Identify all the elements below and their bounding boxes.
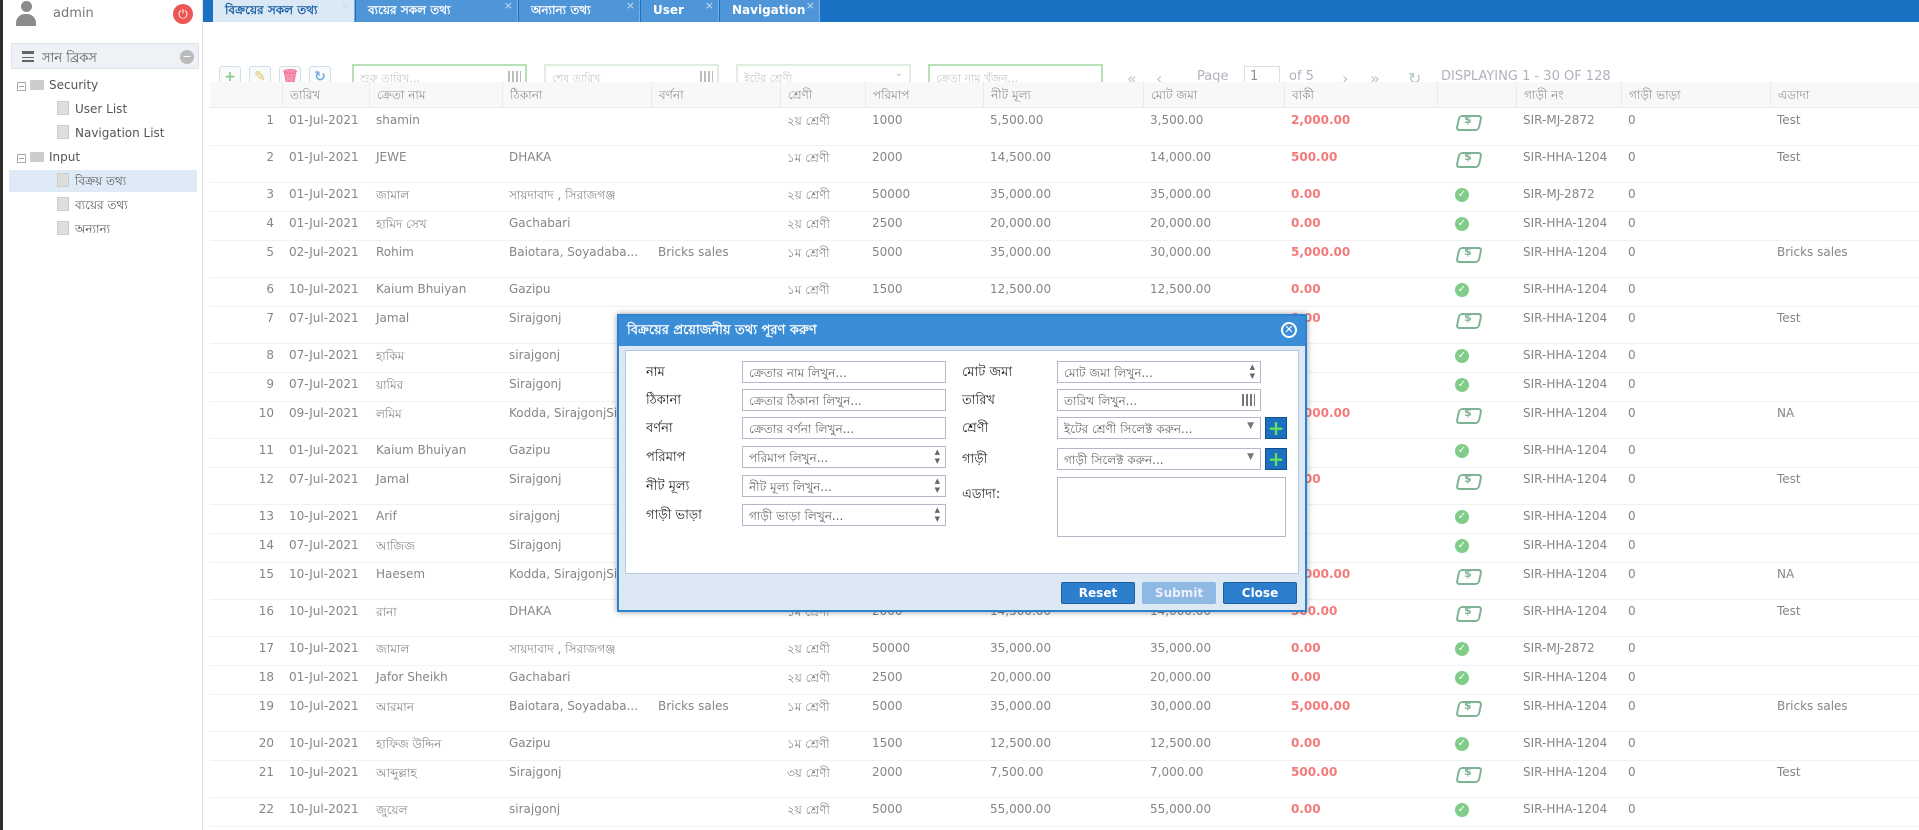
dialog-title: বিক্রয়ের প্রয়োজনীয় তথ্য পূরণ করুণ	[619, 316, 1305, 346]
sidebar-item-1[interactable]: User List	[9, 98, 197, 120]
folder-icon	[30, 80, 44, 90]
add-vehicle-button[interactable]: +	[1265, 448, 1287, 470]
vehicle-fare-label: গাড়ী ভাড়া	[646, 508, 702, 523]
name-field[interactable]: ক্রেতার নাম লিখুন...	[742, 361, 946, 383]
sidebar-item-label: Input	[49, 150, 81, 164]
calendar-icon[interactable]	[1242, 394, 1255, 406]
sidebar: admin ⏻ সান ব্রিকস − − Security User List N…	[3, 0, 203, 830]
close-button[interactable]: Close	[1223, 582, 1297, 604]
document-icon	[57, 125, 69, 139]
tab-label: ব্যয়ের সকল তথ্য	[368, 3, 451, 17]
add-class-button[interactable]: +	[1265, 417, 1287, 439]
tab-2[interactable]: অন্যান্য তথ্য ×	[519, 0, 640, 22]
document-icon	[57, 101, 69, 115]
tab-3[interactable]: User ×	[641, 0, 719, 22]
spinner-icon[interactable]: ▲ ▼	[1250, 363, 1255, 381]
folder-icon	[30, 152, 44, 162]
tab-0[interactable]: বিক্রয়ের সকল তথ্য ×	[213, 0, 355, 22]
sidebar-item-4[interactable]: বিক্রয় তথ্য	[9, 170, 197, 192]
quantity-placeholder: পরিমাপ লিখুন...	[749, 451, 829, 465]
sidebar-item-0[interactable]: − Security	[17, 74, 197, 96]
name-placeholder: ক্রেতার নাম লিখুন...	[749, 366, 847, 380]
expander-icon[interactable]: −	[17, 154, 26, 163]
address-placeholder: ক্রেতার ঠিকানা লিখুন...	[749, 394, 862, 408]
spinner-icon[interactable]: ▲ ▼	[935, 448, 940, 466]
tab-label: অন্যান্য তথ্য	[531, 3, 591, 17]
total-paid-label: মোট জমা	[962, 365, 1013, 380]
logout-icon[interactable]: ⏻	[173, 4, 193, 24]
submit-button[interactable]: Submit	[1142, 582, 1216, 604]
description-field[interactable]: ক্রেতার বর্ণনা লিখুন...	[742, 417, 946, 439]
vehicle-placeholder: গাড়ী সিলেক্ট করুন...	[1064, 453, 1164, 467]
close-tab-icon[interactable]: ×	[504, 0, 513, 16]
sidebar-item-label: ব্যয়ের তথ্য	[75, 198, 128, 212]
reset-button[interactable]: Reset	[1061, 582, 1135, 604]
close-tab-icon[interactable]: ×	[341, 0, 350, 16]
class-label: শ্রেণী	[962, 421, 989, 436]
close-tab-icon[interactable]: ×	[806, 0, 815, 16]
net-price-stepper[interactable]: নীট মূল্য লিখুন... ▲ ▼	[742, 475, 946, 497]
tab-4[interactable]: Navigation ×	[720, 0, 820, 22]
sidebar-item-label: অন্যান্য	[75, 222, 111, 236]
tab-bar: বিক্রয়ের সকল তথ্য × ব্যয়ের সকল তথ্য × অন্য…	[203, 0, 1919, 22]
close-tab-icon[interactable]: ×	[705, 0, 714, 16]
vehicle-label: গাড়ী	[962, 452, 988, 467]
net-price-label: নীট মূল্য	[646, 479, 690, 494]
vehicle-fare-stepper[interactable]: গাড়ী ভাড়া লিখুন... ▲ ▼	[742, 504, 946, 526]
note-textarea[interactable]	[1057, 477, 1286, 537]
expander-icon[interactable]: −	[17, 82, 26, 91]
note-label: এডাদা:	[962, 487, 1001, 502]
sidebar-item-label: User List	[75, 102, 128, 116]
total-paid-placeholder: মোট জমা লিখুন...	[1064, 366, 1153, 380]
date-placeholder: তারিখ লিখুন...	[1064, 394, 1138, 408]
vehicle-fare-placeholder: গাড়ী ভাড়া লিখুন...	[749, 509, 844, 523]
chevron-down-icon[interactable]: ▼	[1247, 452, 1254, 462]
total-paid-stepper[interactable]: মোট জমা লিখুন... ▲ ▼	[1057, 361, 1261, 383]
spinner-icon[interactable]: ▲ ▼	[935, 477, 940, 495]
dialog-form: নাম ক্রেতার নাম লিখুন... ঠিকানা ক্রেতার …	[625, 350, 1299, 574]
date-field[interactable]: তারিখ লিখুন...	[1057, 389, 1261, 411]
description-placeholder: ক্রেতার বর্ণনা লিখুন...	[749, 422, 855, 436]
collapse-icon[interactable]: −	[180, 50, 194, 64]
sidebar-item-6[interactable]: অন্যান্য	[9, 218, 197, 240]
close-tab-icon[interactable]: ×	[626, 0, 635, 16]
sidebar-item-label: বিক্রয় তথ্য	[75, 174, 127, 188]
sidebar-item-2[interactable]: Navigation List	[9, 122, 197, 144]
date-label: তারিখ	[962, 393, 995, 408]
user-bar: admin ⏻	[3, 0, 202, 30]
spinner-icon[interactable]: ▲ ▼	[935, 506, 940, 524]
document-icon	[57, 221, 69, 235]
sidebar-item-3[interactable]: − Input	[17, 146, 197, 168]
address-label: ঠিকানা	[646, 393, 682, 408]
description-label: বর্ণনা	[646, 421, 673, 436]
tab-label: User	[653, 3, 684, 17]
address-field[interactable]: ক্রেতার ঠিকানা লিখুন...	[742, 389, 946, 411]
app-window: admin ⏻ সান ব্রিকস − − Security User List N…	[0, 0, 1919, 830]
list-icon	[22, 51, 34, 62]
tab-1[interactable]: ব্যয়ের সকল তথ্য ×	[356, 0, 518, 22]
nav-group-header[interactable]: সান ব্রিকস −	[11, 43, 199, 69]
class-placeholder: ইটের শ্রেণী সিলেক্ট করুন...	[1064, 422, 1193, 436]
chevron-down-icon[interactable]: ▼	[1247, 421, 1254, 431]
nav-group-title: সান ব্রিকস	[42, 51, 97, 66]
quantity-stepper[interactable]: পরিমাপ লিখুন... ▲ ▼	[742, 446, 946, 468]
sales-entry-dialog: বিক্রয়ের প্রয়োজনীয় তথ্য পূরণ করুণ ✕ ন…	[617, 314, 1307, 612]
name-label: নাম	[646, 365, 665, 380]
document-icon	[57, 197, 69, 211]
sidebar-item-label: Navigation List	[75, 126, 165, 140]
tab-label: Navigation	[732, 3, 806, 17]
quantity-label: পরিমাপ	[646, 450, 686, 465]
net-price-placeholder: নীট মূল্য লিখুন...	[749, 480, 832, 494]
class-select[interactable]: ইটের শ্রেণী সিলেক্ট করুন... ▼	[1057, 417, 1261, 439]
vehicle-select[interactable]: গাড়ী সিলেক্ট করুন... ▼	[1057, 448, 1261, 470]
tab-label: বিক্রয়ের সকল তথ্য	[225, 3, 318, 17]
close-icon[interactable]: ✕	[1281, 322, 1297, 338]
sidebar-item-label: Security	[49, 78, 99, 92]
user-name: admin	[53, 6, 94, 21]
sidebar-item-5[interactable]: ব্যয়ের তথ্য	[9, 194, 197, 216]
avatar	[15, 1, 37, 27]
document-icon	[57, 173, 69, 187]
